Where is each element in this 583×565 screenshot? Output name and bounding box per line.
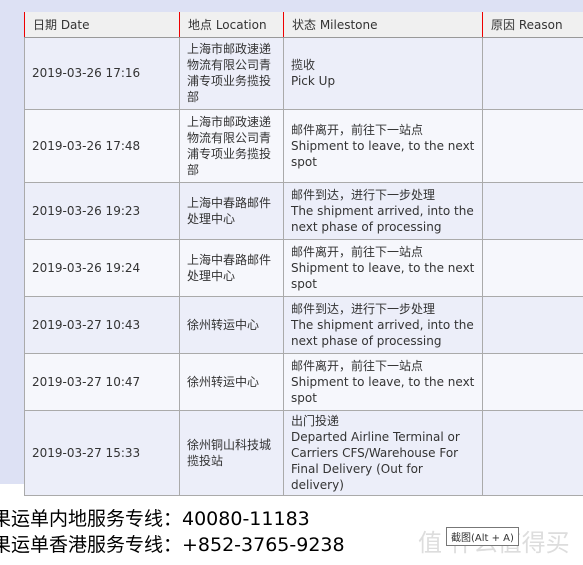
reason-cell xyxy=(482,181,583,240)
status-cn: 邮件离开，前往下一站点 xyxy=(291,244,424,259)
date-cell: 2019-03-26 17:16 xyxy=(24,36,180,110)
column-header: 状态 Milestone xyxy=(283,12,483,38)
status-en: Shipment to leave, to the next spot xyxy=(291,374,475,405)
reason-cell xyxy=(482,36,583,110)
status-cn: 揽收 xyxy=(291,58,316,72)
column-header: 日期 Date xyxy=(24,12,180,38)
table-row: 2019-03-26 19:23 上海中春路邮件处理中心 邮件到达，进行下一步处… xyxy=(24,181,583,240)
table-row: 2019-03-27 10:43 徐州转运中心 邮件到达，进行下一步处理 The … xyxy=(24,295,583,354)
service-hotlines: 果运单内地服务专线：40080-11183 果运单香港服务专线：+852-376… xyxy=(0,506,345,558)
status-en: Shipment to leave, to the next spot xyxy=(291,138,475,169)
status-cell: 邮件离开，前往下一站点 Shipment to leave, to the nex… xyxy=(283,352,483,411)
date-cell: 2019-03-26 19:23 xyxy=(24,181,180,240)
tracking-table: 日期 Date 地点 Location 状态 Milestone 原因 Reason … xyxy=(24,12,583,496)
date-cell: 2019-03-27 15:33 xyxy=(24,409,180,496)
location-cell: 上海市邮政速递物流有限公司青浦专项业务揽投部 xyxy=(179,108,284,183)
screenshot-tooltip: 截图(Alt + A) xyxy=(446,527,519,546)
table-row: 2019-03-27 15:33 徐州铜山科技城揽投站 出门投递 Departed… xyxy=(24,409,583,496)
column-header: 原因 Reason xyxy=(482,12,583,38)
status-cn: 邮件离开，前往下一站点 xyxy=(291,122,424,137)
status-cell: 邮件到达，进行下一步处理 The shipment arrived, into t… xyxy=(283,181,483,240)
status-cn: 邮件到达，进行下一步处理 xyxy=(291,301,436,316)
location-cell: 徐州转运中心 xyxy=(179,352,284,411)
mainland-hotline: 果运单内地服务专线：40080-11183 xyxy=(0,508,310,530)
location-cell: 上海中春路邮件处理中心 xyxy=(179,238,284,297)
date-cell: 2019-03-26 17:48 xyxy=(24,108,180,183)
date-cell: 2019-03-27 10:43 xyxy=(24,295,180,354)
date-cell: 2019-03-26 19:24 xyxy=(24,238,180,297)
status-cell: 邮件到达，进行下一步处理 The shipment arrived, into t… xyxy=(283,295,483,354)
date-cell: 2019-03-27 10:47 xyxy=(24,352,180,411)
location-cell: 上海市邮政速递物流有限公司青浦专项业务揽投部 xyxy=(179,36,284,110)
status-en: The shipment arrived, into the next phas… xyxy=(291,203,474,234)
status-cell: 出门投递 Departed Airline Terminal or Carrier… xyxy=(283,409,483,496)
status-cn: 邮件离开，前往下一站点 xyxy=(291,358,424,373)
status-cell: 邮件离开，前往下一站点 Shipment to leave, to the nex… xyxy=(283,238,483,297)
location-cell: 徐州转运中心 xyxy=(179,295,284,354)
reason-cell xyxy=(482,352,583,411)
status-en: Shipment to leave, to the next spot xyxy=(291,260,475,291)
status-cell: 揽收 Pick Up xyxy=(283,36,483,110)
table-row: 2019-03-26 17:48 上海市邮政速递物流有限公司青浦专项业务揽投部 … xyxy=(24,108,583,183)
table-row: 2019-03-26 19:24 上海中春路邮件处理中心 邮件离开，前往下一站点… xyxy=(24,238,583,297)
reason-cell xyxy=(482,238,583,297)
reason-cell xyxy=(482,295,583,354)
column-header: 地点 Location xyxy=(179,12,284,38)
status-cn: 邮件到达，进行下一步处理 xyxy=(291,187,436,202)
location-cell: 徐州铜山科技城揽投站 xyxy=(179,409,284,496)
reason-cell xyxy=(482,108,583,183)
status-en: Pick Up xyxy=(291,74,336,88)
status-en: Departed Airline Terminal or Carriers CF… xyxy=(291,429,460,492)
status-en: The shipment arrived, into the next phas… xyxy=(291,317,474,348)
status-cell: 邮件离开，前往下一站点 Shipment to leave, to the nex… xyxy=(283,108,483,183)
status-cn: 出门投递 xyxy=(291,413,340,428)
location-cell: 上海中春路邮件处理中心 xyxy=(179,181,284,240)
table-row: 2019-03-26 17:16 上海市邮政速递物流有限公司青浦专项业务揽投部 … xyxy=(24,36,583,110)
reason-cell xyxy=(482,409,583,496)
hongkong-hotline: 果运单香港服务专线：+852-3765-9238 xyxy=(0,534,345,556)
table-row: 2019-03-27 10:47 徐州转运中心 邮件离开，前往下一站点 Shipm… xyxy=(24,352,583,411)
